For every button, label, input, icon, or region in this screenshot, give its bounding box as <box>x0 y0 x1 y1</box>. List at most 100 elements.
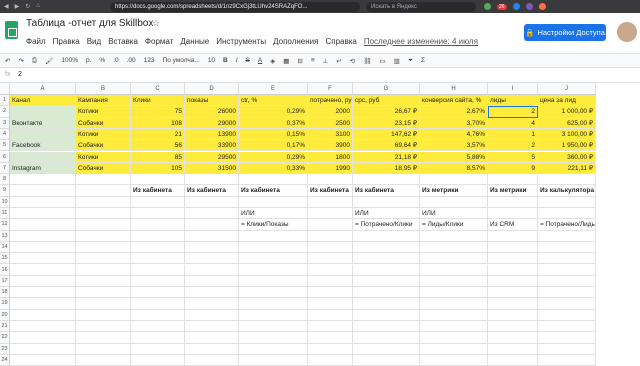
empty-cell[interactable] <box>76 230 131 242</box>
table-cell[interactable]: 85 <box>131 151 185 163</box>
empty-cell[interactable] <box>420 230 488 242</box>
table-cell[interactable]: 26000 <box>185 106 239 118</box>
table-cell[interactable]: 1800 <box>308 151 353 163</box>
note-cell[interactable]: Из кабинета <box>353 185 420 197</box>
note-cell[interactable]: Из калькулятора <box>538 185 596 197</box>
formula-note-cell[interactable]: = Лиды/Клики <box>420 219 488 231</box>
table-header-cell[interactable]: цена за лид <box>538 95 596 107</box>
empty-cell[interactable] <box>308 174 353 186</box>
row-header-23[interactable]: 23 <box>0 343 10 355</box>
empty-cell[interactable] <box>308 287 353 299</box>
empty-cell[interactable] <box>308 208 353 220</box>
table-cell[interactable] <box>10 106 76 118</box>
empty-cell[interactable] <box>185 174 239 186</box>
empty-cell[interactable] <box>420 196 488 208</box>
empty-cell[interactable] <box>185 208 239 220</box>
empty-cell[interactable] <box>131 241 185 254</box>
column-header-i[interactable]: I <box>488 83 538 95</box>
empty-cell[interactable] <box>488 354 538 366</box>
table-cell[interactable]: 3,70% <box>420 117 488 129</box>
empty-cell[interactable] <box>488 321 538 333</box>
doc-title[interactable]: Таблица -отчет для Skillbox <box>26 18 153 29</box>
empty-cell[interactable] <box>131 230 185 242</box>
table-cell[interactable]: 0,29% <box>239 106 308 118</box>
empty-cell[interactable] <box>308 309 353 321</box>
empty-cell[interactable] <box>420 174 488 186</box>
column-header-g[interactable]: G <box>353 83 420 95</box>
empty-cell[interactable] <box>420 343 488 355</box>
row-header-10[interactable]: 10 <box>0 196 10 208</box>
empty-cell[interactable] <box>239 309 308 321</box>
empty-cell[interactable] <box>131 219 185 231</box>
empty-cell[interactable] <box>10 208 76 220</box>
increase-decimals-button[interactable]: .00 <box>127 57 136 64</box>
row-header-9[interactable]: 9 <box>0 185 10 197</box>
empty-cell[interactable] <box>420 241 488 254</box>
empty-cell[interactable] <box>185 196 239 208</box>
empty-cell[interactable] <box>538 264 596 276</box>
table-cell[interactable]: 108 <box>131 117 185 129</box>
empty-cell[interactable] <box>353 343 420 355</box>
empty-cell[interactable] <box>131 196 185 208</box>
note-cell[interactable]: Из кабинета <box>239 185 308 197</box>
empty-cell[interactable] <box>185 343 239 355</box>
empty-cell[interactable] <box>131 253 185 265</box>
empty-cell[interactable] <box>353 354 420 366</box>
url-bar[interactable]: https://docs.google.com/spreadsheets/d/1… <box>110 1 360 12</box>
print-icon[interactable]: ⎙ <box>32 57 37 65</box>
empty-cell[interactable] <box>131 174 185 186</box>
empty-cell[interactable] <box>76 343 131 355</box>
empty-cell[interactable] <box>488 264 538 276</box>
table-header-cell[interactable]: показы <box>185 95 239 107</box>
empty-cell[interactable] <box>488 196 538 208</box>
menu-edit[interactable]: Правка <box>53 37 80 46</box>
empty-cell[interactable] <box>10 309 76 321</box>
column-header-h[interactable]: H <box>420 83 488 95</box>
empty-cell[interactable] <box>538 332 596 344</box>
empty-cell[interactable] <box>10 332 76 344</box>
extension-icon[interactable] <box>525 3 533 10</box>
empty-cell[interactable] <box>488 343 538 355</box>
empty-cell[interactable] <box>10 253 76 265</box>
empty-cell[interactable] <box>538 298 596 310</box>
extension-icon[interactable] <box>512 3 520 10</box>
empty-cell[interactable] <box>353 264 420 276</box>
empty-cell[interactable] <box>538 275 596 288</box>
empty-cell[interactable] <box>308 321 353 333</box>
empty-cell[interactable] <box>10 174 76 186</box>
empty-cell[interactable] <box>538 253 596 265</box>
empty-cell[interactable] <box>10 196 76 208</box>
table-cell[interactable]: 1990 <box>308 162 353 175</box>
row-header-24[interactable]: 24 <box>0 354 10 366</box>
formula-input[interactable]: 2 <box>18 71 22 78</box>
menu-addons[interactable]: Дополнения <box>273 37 318 46</box>
table-cell[interactable]: 0,17% <box>239 140 308 152</box>
table-cell[interactable]: 0,29% <box>239 151 308 163</box>
row-header-20[interactable]: 20 <box>0 309 10 321</box>
table-cell[interactable]: Котики <box>76 106 131 118</box>
column-header-j[interactable]: J <box>538 83 596 95</box>
table-cell[interactable]: 2 <box>488 106 538 118</box>
table-cell[interactable]: 5 <box>488 151 538 163</box>
empty-cell[interactable] <box>239 298 308 310</box>
yandex-search-input[interactable]: Искать в Яндекс <box>366 1 476 12</box>
empty-cell[interactable] <box>308 241 353 254</box>
align-left-icon[interactable]: ≡ <box>311 57 315 64</box>
empty-cell[interactable] <box>185 219 239 231</box>
empty-cell[interactable] <box>538 230 596 242</box>
row-header-19[interactable]: 19 <box>0 298 10 310</box>
or-label[interactable]: ИЛИ <box>239 208 308 220</box>
table-cell[interactable]: Собачки <box>76 117 131 129</box>
empty-cell[interactable] <box>76 208 131 220</box>
or-label[interactable]: ИЛИ <box>353 208 420 220</box>
last-edit-link[interactable]: Последнее изменение: 4 июля <box>364 37 478 46</box>
formula-note-cell[interactable]: = Клики/Показы <box>239 219 308 231</box>
empty-cell[interactable] <box>308 275 353 288</box>
column-header-c[interactable]: C <box>131 83 185 95</box>
empty-cell[interactable] <box>185 230 239 242</box>
empty-cell[interactable] <box>308 298 353 310</box>
empty-cell[interactable] <box>308 264 353 276</box>
table-cell[interactable]: 69,64 ₽ <box>353 140 420 152</box>
empty-cell[interactable] <box>76 298 131 310</box>
redo-icon[interactable]: ↷ <box>18 57 23 65</box>
